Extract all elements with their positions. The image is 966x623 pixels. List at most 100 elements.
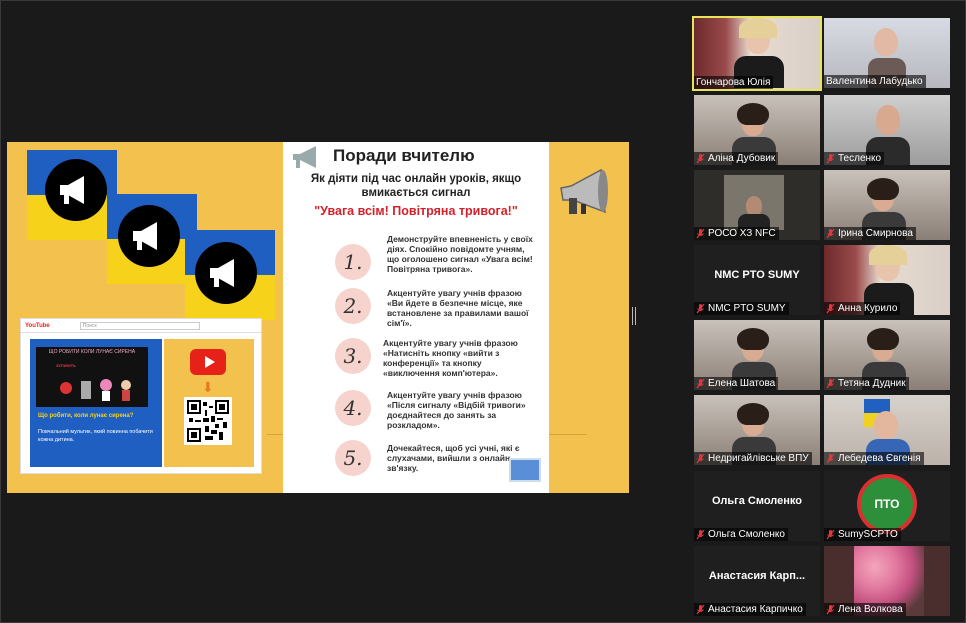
participant-name: NMC PTO SUMY (708, 303, 786, 314)
participant-name: Елена Шатова (708, 378, 776, 389)
shared-screen: YouTube Поиск ЩО РОБИТИ КОЛИ ЛУНАЄ СИРЕН… (7, 142, 629, 493)
muted-mic-icon (826, 604, 838, 615)
video-card: ЩО РОБИТИ КОЛИ ЛУНАЄ СИРЕНА ЗУПИНІТЬ Що … (30, 339, 162, 467)
participant-tile[interactable]: Анна Курило (824, 245, 950, 315)
participant-label: Валентина Лабудько (824, 75, 926, 88)
muted-mic-icon (696, 378, 708, 389)
thumb-sub: ЗУПИНІТЬ (56, 363, 76, 368)
participant-tile[interactable]: Лебедева Євгенія (824, 395, 950, 465)
megaphone-icon (293, 146, 316, 168)
participant-label: Елена Шатова (694, 377, 779, 390)
participant-tile[interactable]: NMC PTO SUMY NMC PTO SUMY (694, 245, 820, 315)
participant-label: Ірина Смирнова (824, 227, 916, 240)
muted-mic-icon (826, 303, 838, 314)
muted-mic-icon (696, 604, 708, 615)
participant-tile[interactable]: Аліна Дубовик (694, 95, 820, 165)
muted-mic-icon (696, 453, 708, 464)
participant-name: Лена Волкова (838, 604, 903, 615)
muted-mic-icon (696, 529, 708, 540)
participant-tile[interactable]: РОСО ХЗ NFC (694, 170, 820, 240)
participant-label: NMC PTO SUMY (694, 302, 789, 315)
participant-name: Недригайлівське ВПУ (708, 453, 809, 464)
youtube-logo: YouTube (25, 322, 50, 329)
youtube-screenshot: YouTube Поиск ЩО РОБИТИ КОЛИ ЛУНАЄ СИРЕН… (20, 318, 262, 474)
muted-mic-icon (826, 153, 838, 164)
participant-tile[interactable]: Недригайлівське ВПУ (694, 395, 820, 465)
participant-big-name: Ольга Смоленко (712, 495, 802, 507)
participant-name: Анна Курило (838, 303, 898, 314)
zoom-window: YouTube Поиск ЩО РОБИТИ КОЛИ ЛУНАЄ СИРЕН… (0, 0, 966, 623)
muted-mic-icon (826, 228, 838, 239)
participant-tile[interactable]: Лена Волкова (824, 546, 950, 616)
muted-mic-icon (696, 228, 708, 239)
participant-tile[interactable]: Валентина Лабудько (824, 18, 950, 88)
participant-tile[interactable]: ПТО SumySCPTO (824, 471, 950, 541)
participant-name: Ірина Смирнова (838, 228, 913, 239)
participant-label: SumySCPTO (824, 528, 901, 541)
participant-label: Ольга Смоленко (694, 528, 788, 541)
qr-code-icon (184, 397, 232, 445)
participant-label: РОСО ХЗ NFC (694, 227, 779, 240)
thumb-title: ЩО РОБИТИ КОЛИ ЛУНАЄ СИРЕНА (48, 349, 136, 355)
participant-name: Лебедева Євгенія (838, 453, 921, 464)
muted-mic-icon (696, 303, 708, 314)
muted-mic-icon (826, 529, 838, 540)
youtube-play-icon (190, 349, 226, 375)
video-description: Повчальний мультик, який повинна побачит… (38, 429, 153, 443)
participant-label: Анастасия Карпичко (694, 603, 806, 616)
participant-label: Недригайлівське ВПУ (694, 452, 812, 465)
participant-label: Тетяна Дудник (824, 377, 909, 390)
tip-number: 3. (335, 338, 371, 374)
video-title: Що робити, коли лунає сирена? (38, 413, 134, 419)
video-thumbnail: ЩО РОБИТИ КОЛИ ЛУНАЄ СИРЕНА ЗУПИНІТЬ (36, 347, 148, 407)
tip-text: Демонструйте впевненість у своїх діях. С… (387, 234, 533, 274)
panel-resize-handle[interactable] (632, 307, 636, 325)
arrow-down-icon: ⬇ (202, 379, 214, 395)
tip-text: Акцентуйте увагу учнів фразою «Після сиг… (387, 390, 526, 430)
participant-big-name: Анастасия Карп... (708, 570, 806, 582)
megaphone-icon (45, 159, 107, 221)
participant-label: Тесленко (824, 152, 885, 165)
poster-alert: "Увага всім! Повітряна тривога!" (314, 204, 518, 218)
tip-number: 2. (335, 288, 371, 324)
participant-label: Гончарова Юлія (694, 76, 774, 89)
participant-label: Лебедева Євгенія (824, 452, 924, 465)
tip-text: Акцентуйте увагу учнів фразою «Натисніть… (383, 338, 518, 378)
youtube-promo: ⬇ (164, 339, 254, 467)
megaphone-icon (195, 242, 257, 304)
browser-bar: YouTube Поиск (21, 319, 261, 333)
megaphone-icon (560, 168, 608, 214)
participant-name: Ольга Смоленко (708, 529, 785, 540)
poster-title: Поради вчителю (333, 146, 475, 165)
participant-name: РОСО ХЗ NFC (708, 228, 776, 239)
participant-name: Гончарова Юлія (696, 77, 771, 88)
participant-big-name: NMC PTO SUMY (714, 269, 800, 281)
participant-tile[interactable]: Елена Шатова (694, 320, 820, 390)
cartoon-figures (60, 379, 131, 401)
participant-name: Тесленко (838, 153, 882, 164)
participant-tile[interactable]: Ірина Смирнова (824, 170, 950, 240)
tip-number: 5. (335, 440, 371, 476)
tip-text: Дочекайтеся, щоб усі учні, які є слухача… (387, 443, 520, 473)
participant-tile[interactable]: Ольга Смоленко Ольга Смоленко (694, 471, 820, 541)
muted-mic-icon (696, 153, 708, 164)
megaphone-icon (118, 205, 180, 267)
participant-name: Анастасия Карпичко (708, 604, 803, 615)
participant-label: Аліна Дубовик (694, 152, 779, 165)
tips-poster: Поради вчителю Як діяти під час онлайн у… (283, 142, 549, 493)
participant-name: Аліна Дубовик (708, 153, 776, 164)
tip-number: 1. (335, 244, 371, 280)
computer-icon (509, 458, 541, 482)
participant-tile[interactable]: Анастасия Карп... Анастасия Карпичко (694, 546, 820, 616)
participant-name: Валентина Лабудько (826, 76, 923, 87)
participant-label: Лена Волкова (824, 603, 906, 616)
participant-name: SumySCPTO (838, 529, 898, 540)
youtube-search: Поиск (79, 321, 200, 330)
tip-number: 4. (335, 390, 371, 426)
participant-tile[interactable]: Гончарова Юлія (692, 16, 822, 91)
participant-tile[interactable]: Тесленко (824, 95, 950, 165)
participant-tile[interactable]: Тетяна Дудник (824, 320, 950, 390)
muted-mic-icon (826, 378, 838, 389)
participant-label: Анна Курило (824, 302, 901, 315)
tip-text: Акцентуйте увагу учнів фразою «Ви йдете … (387, 288, 529, 328)
